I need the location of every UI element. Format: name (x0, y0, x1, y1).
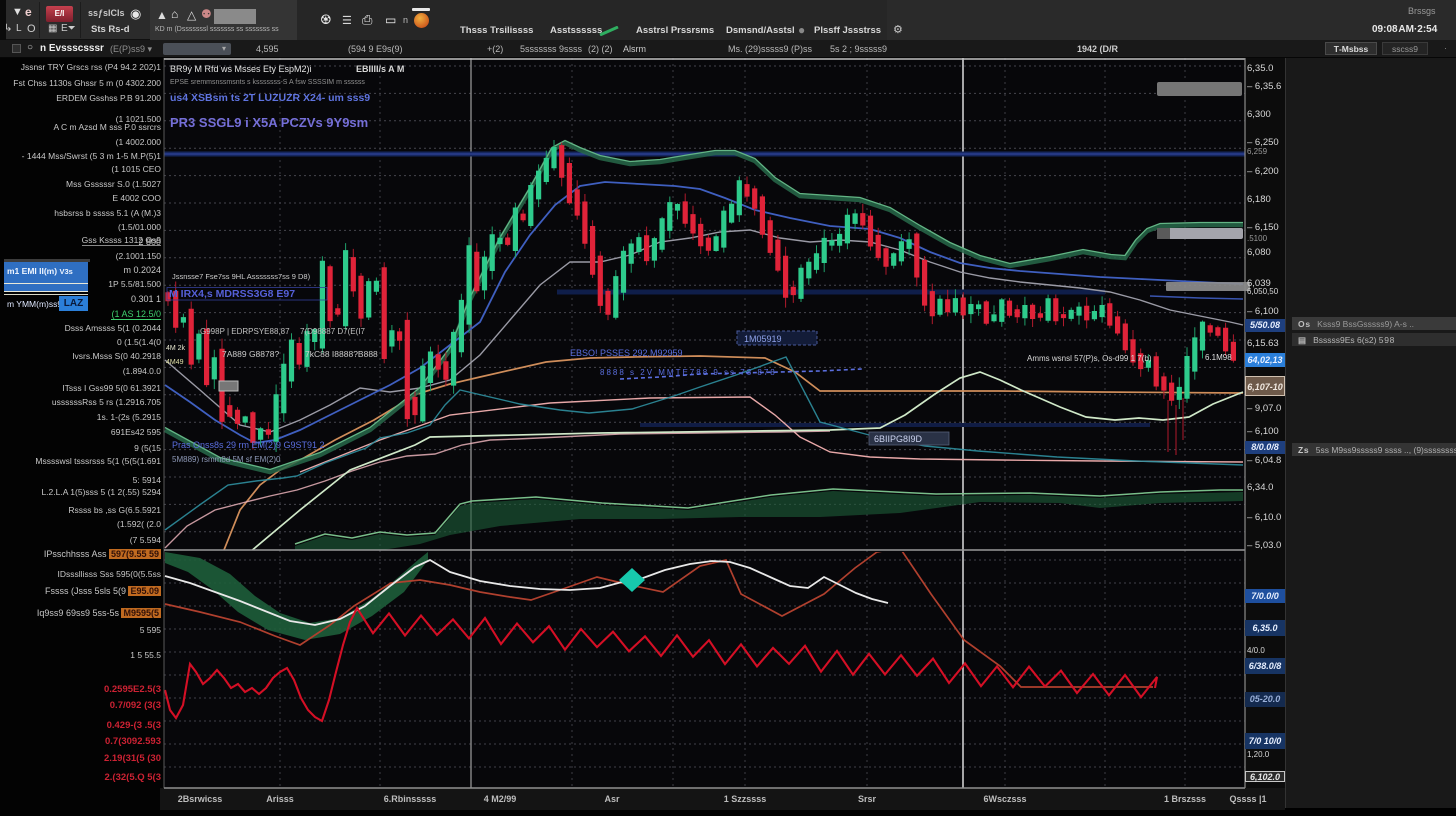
svg-text:7kC88 I8888?B888: 7kC88 I8888?B888 (305, 349, 378, 359)
svg-text:BR9y M Rfd ws Msses Ety EspM2): BR9y M Rfd ws Msses Ety EspM2)i (170, 64, 312, 74)
svg-text:8888 s 2V MMTE788 9 ss 78 878: 8888 s 2V MMTE788 9 ss 78 878 (600, 368, 777, 377)
svg-text:Jssnsse7 Fse7ss 9HL Asssssss7s: Jssnsse7 Fse7ss 9HL Asssssss7ss 9 D8) (172, 272, 311, 281)
svg-text:PR3 SSGL9 i X5A PCZVs 9Y9sm: PR3 SSGL9 i X5A PCZVs 9Y9sm (170, 115, 368, 130)
svg-text:5M889) rsmm8d 5M sf EM(2)0: 5M889) rsmm8d 5M sf EM(2)0 (172, 455, 281, 464)
svg-text:4M49: 4M49 (166, 359, 184, 366)
svg-text:6.1M98: 6.1M98 (1205, 353, 1232, 362)
svg-text:4M 2k: 4M 2k (166, 345, 186, 352)
svg-text:1M05919: 1M05919 (744, 334, 782, 344)
svg-text:G998P | EDRPSYE88,87: G998P | EDRPSYE88,87 (200, 327, 290, 336)
svg-text:Pras Onss8s 29 rm EM(2)9 G9ST9: Pras Onss8s 29 rm EM(2)9 G9ST91 2 (172, 440, 325, 450)
svg-text:Amms wsnsl 57(P)s, Os-d99 1 7(: Amms wsnsl 57(P)s, Os-d99 1 7(b) (1027, 354, 1152, 363)
svg-text:us4 XSBsm ts 2T LUZUZR X24- um: us4 XSBsm ts 2T LUZUZR X24- um sss9 (170, 92, 370, 104)
svg-text:EPSE sremmsnssmsnts s ksssssss: EPSE sremmsnssmsnts s ksssssss-S A fsw S… (170, 79, 365, 86)
svg-text:M IRX4,s MDRSS3G8 E97: M IRX4,s MDRSS3G8 E97 (169, 288, 295, 300)
svg-text:7A889 G8878?: 7A889 G8878? (222, 349, 279, 359)
svg-text:EBIIII/s A M: EBIIII/s A M (356, 64, 404, 74)
svg-text:7(D98887 D7(E(I7: 7(D98887 D7(E(I7 (300, 327, 365, 336)
svg-text:EBSO! PSSES 292,M92959: EBSO! PSSES 292,M92959 (570, 348, 683, 358)
svg-text:6BIIPG8I9D: 6BIIPG8I9D (874, 434, 923, 444)
